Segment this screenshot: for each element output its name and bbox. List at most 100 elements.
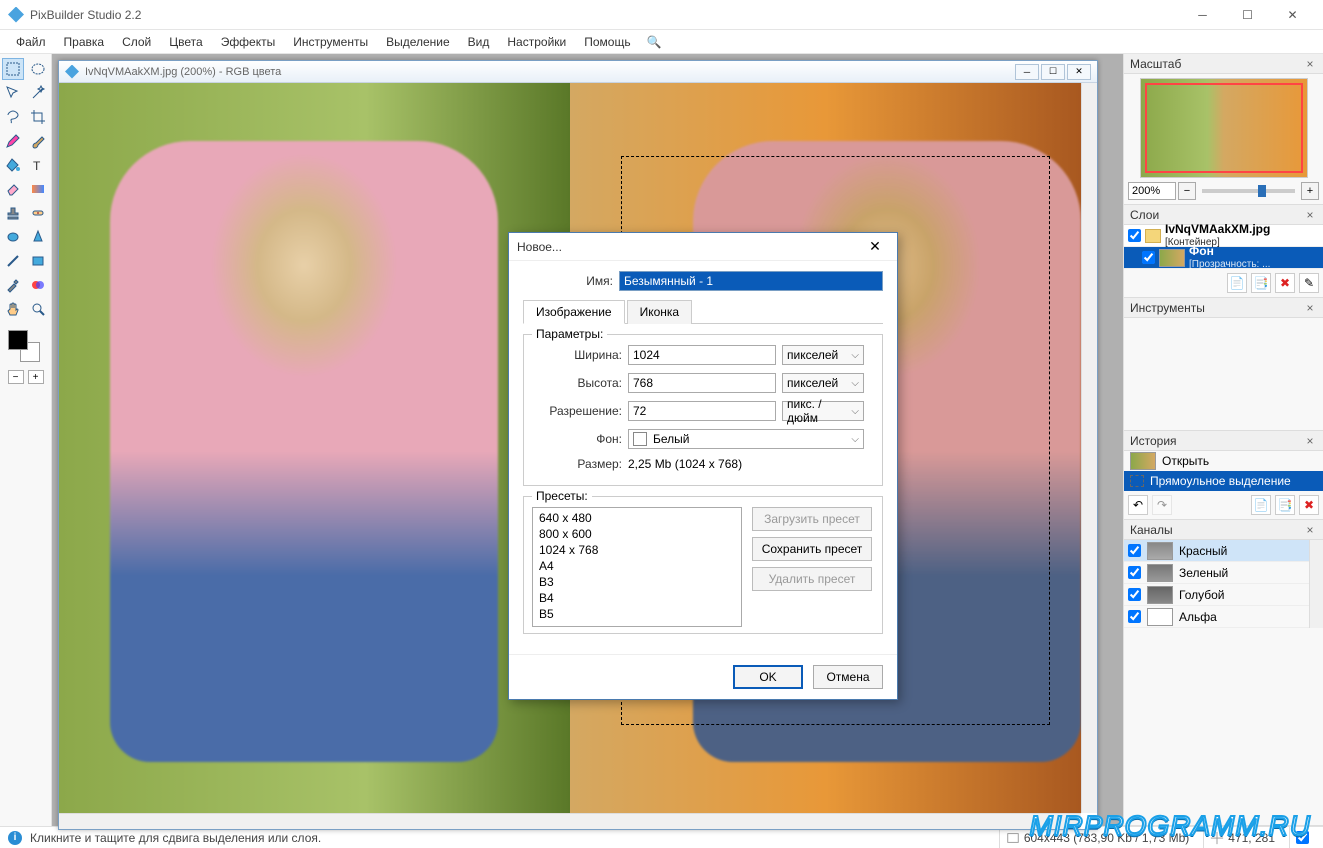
tools-panel-close-icon[interactable]: ×	[1303, 301, 1317, 315]
horizontal-scrollbar[interactable]	[59, 813, 1081, 829]
resolution-input[interactable]	[628, 401, 776, 421]
channel-row[interactable]: Голубой	[1124, 584, 1323, 606]
menu-colors[interactable]: Цвета	[161, 33, 210, 51]
menu-help[interactable]: Помощь	[576, 33, 638, 51]
delete-layer-button[interactable]: ✖	[1275, 273, 1295, 293]
tool-fill[interactable]	[2, 154, 24, 176]
redo-button[interactable]: ↷	[1152, 495, 1172, 515]
navigator-close-icon[interactable]: ×	[1303, 57, 1317, 71]
tool-eyedropper[interactable]	[2, 274, 24, 296]
channel-row[interactable]: Альфа	[1124, 606, 1323, 628]
history-snapshot-button[interactable]: 📑	[1275, 495, 1295, 515]
tool-lasso[interactable]	[2, 106, 24, 128]
layer-row[interactable]: Фон [Прозрачность: ...	[1124, 247, 1323, 269]
layer-visible-checkbox[interactable]	[1142, 251, 1155, 264]
tool-pencil[interactable]	[2, 130, 24, 152]
history-item[interactable]: Открыть	[1124, 451, 1323, 471]
cancel-button[interactable]: Отмена	[813, 665, 883, 689]
delete-preset-button[interactable]: Удалить пресет	[752, 567, 872, 591]
history-new-button[interactable]: 📄	[1251, 495, 1271, 515]
preset-list[interactable]: 640 x 480 800 x 600 1024 x 768 A4 B3 B4 …	[532, 507, 742, 627]
channel-visible-checkbox[interactable]	[1128, 588, 1141, 601]
tool-gradient[interactable]	[27, 178, 49, 200]
navigator-viewport[interactable]	[1145, 83, 1303, 173]
preset-item[interactable]: B4	[535, 590, 739, 606]
preset-item[interactable]: 1024 x 768	[535, 542, 739, 558]
undo-button[interactable]: ↶	[1128, 495, 1148, 515]
preset-item[interactable]: A4	[535, 558, 739, 574]
channel-visible-checkbox[interactable]	[1128, 544, 1141, 557]
menu-selection[interactable]: Выделение	[378, 33, 458, 51]
channel-row[interactable]: Красный	[1124, 540, 1323, 562]
tool-shape[interactable]	[27, 250, 49, 272]
tool-line[interactable]	[2, 250, 24, 272]
window-maximize-button[interactable]: ☐	[1225, 1, 1270, 29]
document-titlebar[interactable]: IvNqVMAakXM.jpg (200%) - RGB цвета ─ ☐ ✕	[59, 61, 1097, 83]
vertical-scrollbar[interactable]	[1081, 83, 1097, 813]
doc-maximize-button[interactable]: ☐	[1041, 64, 1065, 80]
tool-ellipse-select[interactable]	[27, 58, 49, 80]
tab-icon[interactable]: Иконка	[627, 300, 693, 324]
layer-visible-checkbox[interactable]	[1128, 229, 1141, 242]
height-unit-select[interactable]: пикселей	[782, 373, 864, 393]
tool-text[interactable]: T	[27, 154, 49, 176]
channel-row[interactable]: Зеленый	[1124, 562, 1323, 584]
channel-visible-checkbox[interactable]	[1128, 566, 1141, 579]
preset-item[interactable]: B5	[535, 606, 739, 622]
menu-view[interactable]: Вид	[460, 33, 498, 51]
width-unit-select[interactable]: пикселей	[782, 345, 864, 365]
layer-properties-button[interactable]: ✎	[1299, 273, 1319, 293]
zoom-out-tool[interactable]: −	[8, 370, 24, 384]
zoom-in-button[interactable]: +	[1301, 182, 1319, 200]
ok-button[interactable]: OK	[733, 665, 803, 689]
save-preset-button[interactable]: Сохранить пресет	[752, 537, 872, 561]
window-close-button[interactable]: ✕	[1270, 1, 1315, 29]
background-select[interactable]: Белый	[628, 429, 864, 449]
menu-file[interactable]: Файл	[8, 33, 54, 51]
menu-tools[interactable]: Инструменты	[285, 33, 376, 51]
tool-smudge[interactable]	[2, 226, 24, 248]
tool-zoom[interactable]	[27, 298, 49, 320]
tool-wand[interactable]	[27, 82, 49, 104]
tool-brush[interactable]	[27, 130, 49, 152]
history-close-icon[interactable]: ×	[1303, 434, 1317, 448]
load-preset-button[interactable]: Загрузить пресет	[752, 507, 872, 531]
width-input[interactable]	[628, 345, 776, 365]
history-item[interactable]: Прямоульное выделение	[1124, 471, 1323, 491]
preset-item[interactable]: 640 x 480	[535, 510, 739, 526]
tool-crop[interactable]	[27, 106, 49, 128]
tool-rect-select[interactable]	[2, 58, 24, 80]
doc-minimize-button[interactable]: ─	[1015, 64, 1039, 80]
dialog-titlebar[interactable]: Новое... ✕	[509, 233, 897, 261]
tab-image[interactable]: Изображение	[523, 300, 625, 324]
resolution-unit-select[interactable]: пикс. / дюйм	[782, 401, 864, 421]
tool-sharpen[interactable]	[27, 226, 49, 248]
window-minimize-button[interactable]: ─	[1180, 1, 1225, 29]
tool-color-replace[interactable]	[27, 274, 49, 296]
new-layer-button[interactable]: 📄	[1227, 273, 1247, 293]
menu-settings[interactable]: Настройки	[499, 33, 574, 51]
layer-container-row[interactable]: IvNqVMAakXM.jpg [Контейнер]	[1124, 225, 1323, 247]
height-input[interactable]	[628, 373, 776, 393]
menu-layer[interactable]: Слой	[114, 33, 159, 51]
tool-eraser[interactable]	[2, 178, 24, 200]
tool-hand[interactable]	[2, 298, 24, 320]
channel-visible-checkbox[interactable]	[1128, 610, 1141, 623]
zoom-out-button[interactable]: −	[1178, 182, 1196, 200]
menu-edit[interactable]: Правка	[56, 33, 113, 51]
foreground-color[interactable]	[8, 330, 28, 350]
zoom-input[interactable]	[1128, 182, 1176, 200]
channels-close-icon[interactable]: ×	[1303, 523, 1317, 537]
menu-effects[interactable]: Эффекты	[213, 33, 284, 51]
preset-item[interactable]: B3	[535, 574, 739, 590]
preset-item[interactable]: 800 x 600	[535, 526, 739, 542]
search-icon[interactable]: 🔍	[647, 35, 662, 49]
duplicate-layer-button[interactable]: 📑	[1251, 273, 1271, 293]
layers-close-icon[interactable]: ×	[1303, 208, 1317, 222]
navigator-preview[interactable]	[1140, 78, 1308, 178]
tool-stamp[interactable]	[2, 202, 24, 224]
channels-scrollbar[interactable]	[1309, 540, 1323, 628]
tool-move[interactable]	[2, 82, 24, 104]
name-input[interactable]	[619, 271, 883, 291]
zoom-in-tool[interactable]: +	[28, 370, 44, 384]
